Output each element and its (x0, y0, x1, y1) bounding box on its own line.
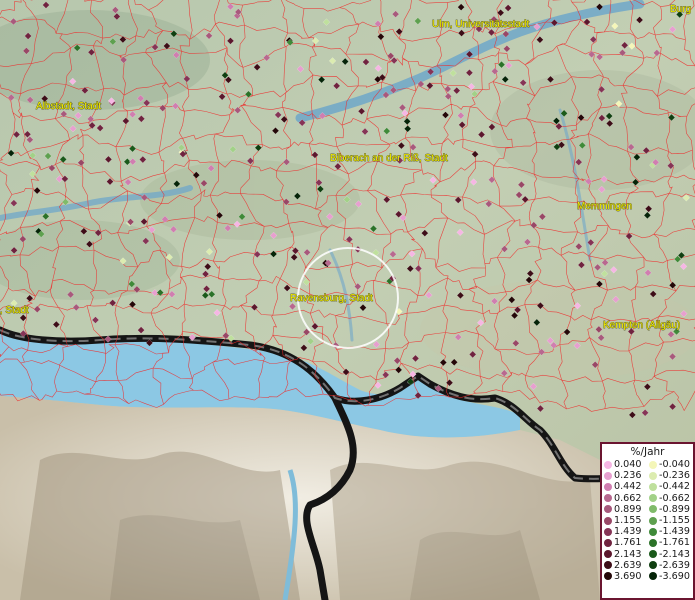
legend-swatch (604, 516, 612, 525)
legend-row: 0.442 (602, 481, 647, 492)
legend-value: 0.899 (614, 503, 642, 515)
legend-value: 0.662 (614, 492, 642, 504)
legend-swatch (604, 538, 612, 547)
legend-value: -3.690 (659, 570, 690, 582)
legend-value: -0.236 (659, 470, 690, 482)
city-label-albstadt: Albstadt, Stadt (36, 101, 101, 112)
legend-value: 2.639 (614, 559, 642, 571)
legend-row: -0.442 (647, 481, 692, 492)
legend-row: -1.439 (647, 526, 692, 537)
city-label-burg: Burg (670, 4, 691, 15)
city-label-partial-west: I, Stadt (0, 305, 29, 316)
legend-value: 1.155 (614, 514, 642, 526)
legend-value: 1.439 (614, 526, 642, 538)
legend-swatch (649, 494, 657, 503)
legend-row: -0.899 (647, 504, 692, 515)
legend-row: 0.040 (602, 459, 647, 470)
legend-row: -0.040 (647, 459, 692, 470)
legend-row: -0.662 (647, 493, 692, 504)
legend-swatch (604, 550, 612, 559)
legend-row: 1.439 (602, 526, 647, 537)
legend-value: -1.439 (659, 526, 690, 538)
legend-value: 0.040 (614, 459, 642, 470)
legend-row: -2.639 (647, 560, 692, 571)
legend-row: 1.155 (602, 515, 647, 526)
city-label-kempten: Kempten (Allgäu) (603, 320, 680, 331)
legend-row: -1.761 (647, 537, 692, 548)
map-canvas[interactable]: Ulm, Universitätsstadt Burg Albstadt, St… (0, 0, 695, 600)
legend-positive-column: 0.040 0.236 0.442 0.662 0.899 1.155 1.439 1.761… (602, 459, 647, 582)
legend-swatch (649, 572, 657, 581)
legend-swatch (604, 527, 612, 536)
legend-value: -0.040 (659, 459, 690, 470)
legend-swatch (604, 561, 612, 570)
legend-row: 2.143 (602, 549, 647, 560)
legend-row: 2.639 (602, 560, 647, 571)
legend-swatch (604, 471, 612, 480)
legend-swatch (604, 505, 612, 514)
legend-swatch (649, 538, 657, 547)
legend-value: -2.143 (659, 548, 690, 560)
legend-value: 2.143 (614, 548, 642, 560)
city-label-ulm: Ulm, Universitätsstadt (432, 19, 529, 30)
legend-value: -1.155 (659, 514, 690, 526)
legend-value: 3.690 (614, 570, 642, 582)
legend-swatch (604, 494, 612, 503)
legend-swatch (649, 460, 657, 469)
legend-title: %/Jahr (630, 446, 665, 458)
legend-row: -2.143 (647, 549, 692, 560)
legend-row: -1.155 (647, 515, 692, 526)
legend-value: -0.442 (659, 481, 690, 493)
legend-swatch (649, 527, 657, 536)
legend-swatch (649, 550, 657, 559)
legend-swatch (649, 505, 657, 514)
legend-value: 0.442 (614, 481, 642, 493)
legend-swatch (649, 516, 657, 525)
legend-row: -3.690 (647, 571, 692, 582)
city-label-memmingen: Memmingen (577, 201, 632, 212)
legend-negative-column: -0.040 -0.236 -0.442 -0.662 -0.899 -1.155 -1.4… (647, 459, 692, 582)
legend-row: -0.236 (647, 470, 692, 481)
legend-row: 3.690 (602, 571, 647, 582)
legend-value: -2.639 (659, 559, 690, 571)
legend-swatch (604, 572, 612, 581)
map-legend: %/Jahr 0.040 0.236 0.442 0.662 0.899 1.155 1.4… (600, 442, 695, 600)
legend-swatch (604, 482, 612, 491)
legend-row: 0.236 (602, 470, 647, 481)
legend-value: 0.236 (614, 470, 642, 482)
legend-value: -0.899 (659, 503, 690, 515)
legend-value: -1.761 (659, 537, 690, 549)
legend-swatch (649, 482, 657, 491)
legend-swatch (604, 460, 612, 469)
legend-swatch (649, 561, 657, 570)
legend-row: 0.662 (602, 493, 647, 504)
legend-value: -0.662 (659, 492, 690, 504)
city-label-biberach: Biberach an der Riß, Stadt (330, 153, 448, 164)
legend-row: 1.761 (602, 537, 647, 548)
legend-row: 0.899 (602, 504, 647, 515)
city-label-ravensburg: Ravensburg, Stadt (290, 293, 373, 304)
legend-swatch (649, 471, 657, 480)
legend-value: 1.761 (614, 537, 642, 549)
